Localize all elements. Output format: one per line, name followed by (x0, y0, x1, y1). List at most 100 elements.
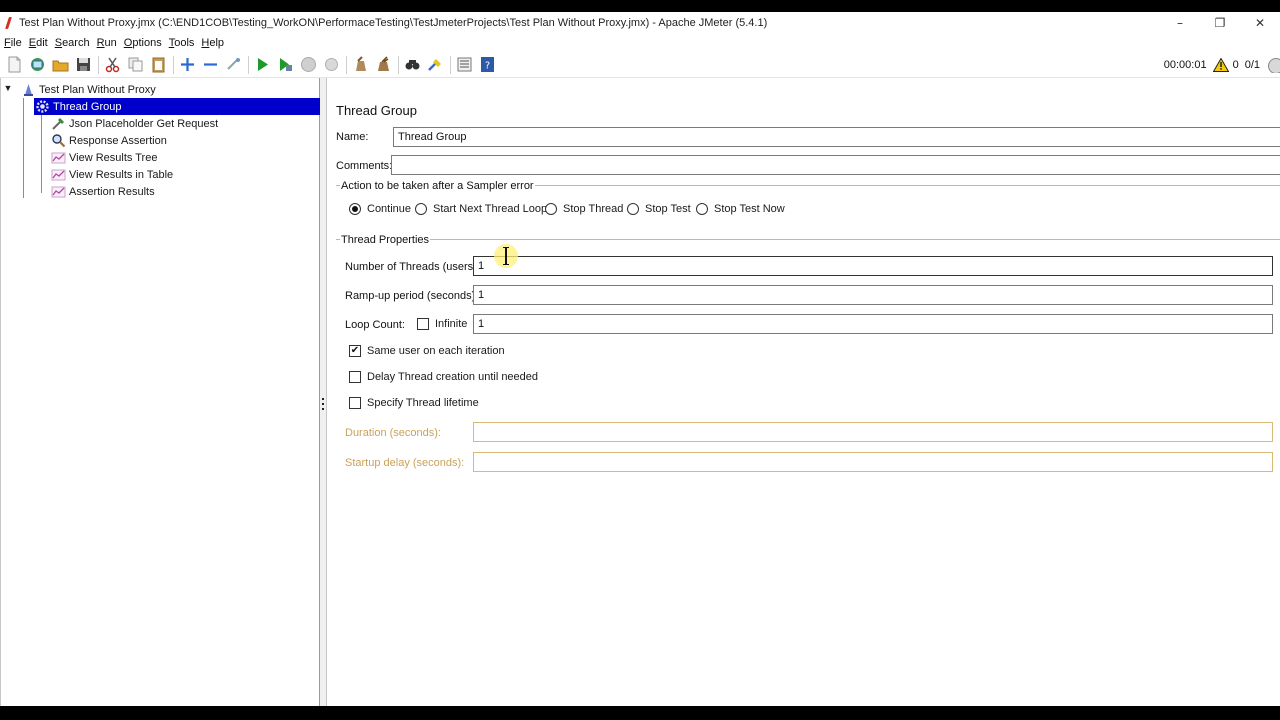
tree-item-view-results-tree[interactable]: View Results Tree (51, 149, 157, 166)
collapse-thread-group-icon[interactable]: ▼ (24, 100, 34, 110)
tree-item-response-assertion[interactable]: Response Assertion (51, 132, 167, 149)
test-plan-icon (21, 82, 36, 97)
run-status: 00:00:01 0 0/1 (1164, 52, 1280, 78)
comments-label: Comments: (336, 160, 393, 172)
tree-guide-line (23, 98, 24, 198)
screen-top-border (0, 0, 1280, 12)
open-icon[interactable] (51, 55, 70, 74)
radio-stop-test-now[interactable]: Stop Test Now (696, 203, 785, 215)
radio-start-next-thread-loop[interactable]: Start Next Thread Loop (415, 203, 547, 215)
delay-thread-checkbox[interactable]: Delay Thread creation until needed (349, 371, 538, 383)
elapsed-time: 00:00:01 (1163, 59, 1207, 71)
menu-search[interactable]: Search (55, 37, 90, 49)
collapse-root-icon[interactable]: ▼ (3, 83, 13, 93)
text-cursor-icon (503, 246, 509, 266)
radio-dot (545, 203, 557, 215)
thread-lifetime-checkbox[interactable]: Specify Thread lifetime (349, 397, 479, 409)
collapse-all-icon[interactable] (201, 55, 220, 74)
tree-item-label: Json Placeholder Get Request (69, 117, 219, 130)
help-icon[interactable]: ? (478, 55, 497, 74)
same-user-checkbox[interactable]: ✔ Same user on each iteration (349, 345, 505, 357)
toolbar-separator (98, 55, 99, 74)
title-bar: Test Plan Without Proxy.jmx (C:\END1COB\… (0, 12, 1280, 34)
split-pane-divider[interactable] (320, 78, 327, 706)
menu-tools[interactable]: Tools (169, 37, 195, 49)
comments-field[interactable] (391, 155, 1280, 175)
menu-help[interactable]: Help (201, 37, 224, 49)
window-title: Test Plan Without Proxy.jmx (C:\END1COB\… (19, 17, 768, 29)
toolbar-separator (398, 55, 399, 74)
checkbox-box (349, 371, 361, 383)
paste-icon[interactable] (149, 55, 168, 74)
menu-options[interactable]: Options (124, 37, 162, 49)
radio-stop-test[interactable]: Stop Test (627, 203, 691, 215)
thread-group-gear-icon (35, 99, 50, 114)
copy-icon[interactable] (126, 55, 145, 74)
close-button[interactable]: ✕ (1240, 12, 1280, 34)
action-group-title: Action to be taken after a Sampler error (340, 180, 535, 192)
minimize-button[interactable]: – (1160, 12, 1200, 34)
active-threads: 0/1 (1244, 59, 1260, 71)
toggle-icon[interactable] (224, 55, 243, 74)
loop-count-field[interactable]: 1 (473, 314, 1273, 334)
radio-stop-thread[interactable]: Stop Thread (545, 203, 623, 215)
threads-label: Number of Threads (users): (345, 261, 480, 273)
new-icon[interactable] (5, 55, 24, 74)
function-helper-icon[interactable] (455, 55, 474, 74)
svg-text:?: ? (485, 61, 490, 72)
threads-field[interactable]: 1 (473, 256, 1273, 276)
jmeter-feather-icon (4, 17, 14, 29)
tree-item-view-results-table[interactable]: View Results in Table (51, 166, 173, 183)
tree-item-thread-group[interactable]: Thread Group (34, 98, 320, 115)
chart-listener-icon (51, 184, 66, 199)
tree-item-http-request[interactable]: Json Placeholder Get Request (51, 115, 218, 132)
save-icon[interactable] (74, 55, 93, 74)
start-no-pauses-icon[interactable] (276, 55, 295, 74)
templates-icon[interactable] (28, 55, 47, 74)
tree-item-label: Response Assertion (69, 134, 167, 147)
startup-delay-field[interactable] (473, 452, 1273, 472)
rampup-label: Ramp-up period (seconds): (345, 290, 479, 302)
toolbar-separator (346, 55, 347, 74)
panel-title: Thread Group (336, 103, 417, 118)
menu-file[interactable]: File (4, 37, 22, 49)
reset-search-icon[interactable] (426, 55, 445, 74)
tree-item-assertion-results[interactable]: Assertion Results (51, 183, 155, 200)
search-icon[interactable] (403, 55, 422, 74)
menu-edit[interactable]: Edit (29, 37, 48, 49)
magnifier-icon (51, 133, 66, 148)
name-label: Name: (336, 131, 369, 143)
duration-field[interactable] (473, 422, 1273, 442)
cut-icon[interactable] (103, 55, 122, 74)
checkbox-box (417, 318, 429, 330)
infinite-checkbox[interactable]: Infinite (417, 318, 467, 330)
splitter-grip-icon (322, 398, 325, 410)
test-plan-tree: ▼ Test Plan Without Proxy ▼ Thread Group… (0, 78, 320, 706)
tree-item-label: Thread Group (53, 100, 122, 113)
toolbar-separator (450, 55, 451, 74)
radio-continue[interactable]: Continue (349, 203, 411, 215)
checkbox-checked-icon: ✔ (349, 345, 361, 357)
thread-props-border (336, 239, 1280, 240)
name-field[interactable]: Thread Group (393, 127, 1280, 147)
clear-all-icon[interactable] (374, 55, 393, 74)
chart-listener-icon (51, 167, 66, 182)
toolbar: ? 00:00:01 0 0/1 (0, 52, 1280, 78)
tree-item-test-plan[interactable]: Test Plan Without Proxy (21, 81, 156, 98)
rampup-field[interactable]: 1 (473, 285, 1273, 305)
restore-button[interactable]: ❐ (1200, 12, 1240, 34)
menu-run[interactable]: Run (97, 37, 117, 49)
warning-icon[interactable] (1212, 58, 1229, 72)
shutdown-icon[interactable] (322, 55, 341, 74)
radio-dot (349, 203, 361, 215)
clear-icon[interactable] (351, 55, 370, 74)
start-icon[interactable] (253, 55, 272, 74)
expand-all-icon[interactable] (178, 55, 197, 74)
pipette-icon (51, 116, 66, 131)
stop-icon[interactable] (299, 55, 318, 74)
jmeter-window: Test Plan Without Proxy.jmx (C:\END1COB\… (0, 12, 1280, 706)
thread-props-title: Thread Properties (340, 234, 431, 246)
toolbar-separator (173, 55, 174, 74)
checkbox-box (349, 397, 361, 409)
chart-listener-icon (51, 150, 66, 165)
